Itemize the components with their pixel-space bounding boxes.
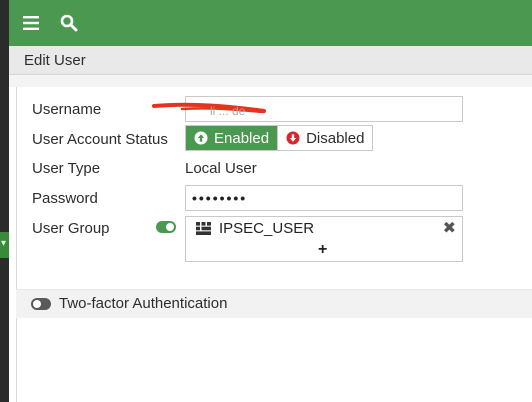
user-type-label: User Type [32, 160, 101, 177]
arrow-down-circle-icon [286, 131, 300, 145]
two-factor-section: Two-factor Authentication [16, 289, 532, 318]
group-icon [196, 222, 211, 235]
chevron-down-icon: ▾ [1, 238, 7, 249]
enabled-button[interactable]: Enabled [186, 126, 278, 150]
disabled-button[interactable]: Disabled [277, 126, 373, 150]
svg-text:li ... de: li ... de [210, 104, 246, 118]
sidebar-active-tab[interactable]: ▾ [0, 232, 9, 258]
group-chip-label: IPSEC_USER [219, 220, 315, 237]
user-type-value: Local User [185, 160, 257, 177]
two-factor-toggle[interactable] [31, 298, 51, 310]
password-input[interactable]: •••••••• [185, 185, 463, 211]
remove-group-button[interactable]: ✖ [443, 218, 456, 238]
top-bar [9, 0, 532, 46]
search-icon [60, 14, 78, 32]
enabled-label: Enabled [214, 129, 270, 147]
password-label: Password [32, 190, 98, 207]
status-label: User Account Status [32, 131, 168, 148]
username-label: Username [32, 101, 102, 118]
group-chip: IPSEC_USER [196, 220, 314, 237]
header-gap [9, 75, 532, 87]
add-group-button[interactable]: + [318, 241, 327, 259]
page-title: Edit User [24, 52, 86, 69]
arrow-up-circle-icon [194, 131, 208, 145]
edit-user-form: Username li ... de User Account Status E… [16, 87, 532, 402]
menu-button[interactable] [21, 13, 41, 33]
user-group-toggle[interactable] [156, 221, 176, 233]
search-button[interactable] [59, 13, 79, 33]
redaction-mark: li ... de [152, 102, 266, 118]
disabled-label: Disabled [306, 129, 365, 147]
page-header: Edit User [9, 46, 532, 75]
two-factor-label: Two-factor Authentication [59, 295, 228, 312]
status-toggle-group: Enabled Disabled [185, 125, 374, 151]
sidebar-edge: ▾ [0, 0, 9, 402]
hamburger-menu-icon [23, 16, 39, 30]
user-group-label: User Group [32, 220, 110, 237]
user-group-selector[interactable]: IPSEC_USER ✖ + [185, 216, 463, 262]
